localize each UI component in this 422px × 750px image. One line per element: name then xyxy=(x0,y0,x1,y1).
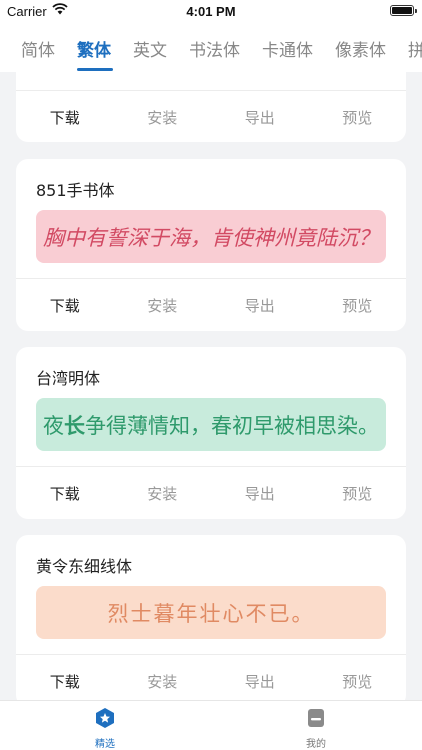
card-actions: 下载 安装 导出 预览 xyxy=(16,655,406,700)
tab-english[interactable]: 英文 xyxy=(133,36,167,61)
download-button[interactable]: 下载 xyxy=(30,483,100,504)
install-button[interactable]: 安装 xyxy=(127,107,197,128)
font-preview[interactable]: 胸中有誓深于海，肯使神州竟陆沉？ xyxy=(36,210,386,263)
tab-indicator xyxy=(77,68,113,71)
font-preview[interactable]: 夜长争得薄情知，春初早被相思染。 xyxy=(36,398,386,451)
tab-simplified[interactable]: 简体 xyxy=(21,36,55,61)
preview-button[interactable]: 预览 xyxy=(322,483,392,504)
bottom-tab-bar: 精选 我的 xyxy=(0,700,422,750)
preview-button[interactable]: 预览 xyxy=(322,295,392,316)
install-button[interactable]: 安装 xyxy=(127,671,197,692)
bottom-tab-mine[interactable]: 我的 xyxy=(286,707,346,750)
status-bar: Carrier 4:01 PM xyxy=(0,0,422,22)
card-actions: 下载 安装 导出 预览 xyxy=(16,467,406,519)
preview-button[interactable]: 预览 xyxy=(322,107,392,128)
font-sample: 胸中有誓深于海，肯使神州竟陆沉？ xyxy=(43,225,379,250)
tab-cartoon[interactable]: 卡通体 xyxy=(262,36,313,61)
install-button[interactable]: 安装 xyxy=(127,483,197,504)
featured-star-icon xyxy=(96,708,114,728)
bottom-tab-label: 精选 xyxy=(95,739,115,750)
category-tabs: 简体 繁体 英文 书法体 卡通体 像素体 拼 xyxy=(0,22,422,72)
install-button[interactable]: 安装 xyxy=(127,295,197,316)
download-button[interactable]: 下载 xyxy=(30,671,100,692)
card-actions: 下载 安装 导出 预览 xyxy=(16,279,406,331)
font-card: 黄令东细线体 烈士暮年壮心不已。 下载 安装 导出 预览 xyxy=(16,535,406,700)
font-name: 黄令东细线体 xyxy=(36,557,133,576)
tab-traditional[interactable]: 繁体 xyxy=(77,36,111,61)
tab-pixel[interactable]: 像素体 xyxy=(335,36,386,61)
bottom-tab-label: 我的 xyxy=(306,739,326,750)
font-name: 台湾明体 xyxy=(36,369,101,388)
bottom-tab-featured[interactable]: 精选 xyxy=(75,707,135,750)
font-sample-bold: 长 xyxy=(64,412,85,438)
tab-calligraphy[interactable]: 书法体 xyxy=(189,36,240,61)
font-preview[interactable]: 烈士暮年壮心不已。 xyxy=(36,586,386,639)
font-card: 下载 安装 导出 预览 xyxy=(16,72,406,142)
download-button[interactable]: 下载 xyxy=(30,295,100,316)
font-sample-prefix: 夜 xyxy=(43,413,64,438)
font-sample-suffix: 争得薄情知，春初早被相思染。 xyxy=(85,413,379,438)
export-button[interactable]: 导出 xyxy=(225,295,295,316)
font-card: 851手书体 胸中有誓深于海，肯使神州竟陆沉？ 下载 安装 导出 预览 xyxy=(16,159,406,331)
preview-button[interactable]: 预览 xyxy=(322,671,392,692)
font-sample: 烈士暮年壮心不已。 xyxy=(107,601,315,626)
export-button[interactable]: 导出 xyxy=(225,483,295,504)
card-actions: 下载 安装 导出 预览 xyxy=(16,91,406,143)
battery-icon xyxy=(390,5,417,16)
tab-pinyin[interactable]: 拼 xyxy=(408,36,422,61)
download-button[interactable]: 下载 xyxy=(30,107,100,128)
export-button[interactable]: 导出 xyxy=(225,671,295,692)
profile-box-icon xyxy=(308,709,324,727)
font-list[interactable]: 下载 安装 导出 预览 851手书体 胸中有誓深于海，肯使神州竟陆沉？ 下载 安… xyxy=(0,72,422,700)
font-name: 851手书体 xyxy=(36,181,115,200)
font-card: 台湾明体 夜长争得薄情知，春初早被相思染。 下载 安装 导出 预览 xyxy=(16,347,406,519)
clock: 4:01 PM xyxy=(186,4,236,19)
export-button[interactable]: 导出 xyxy=(225,107,295,128)
